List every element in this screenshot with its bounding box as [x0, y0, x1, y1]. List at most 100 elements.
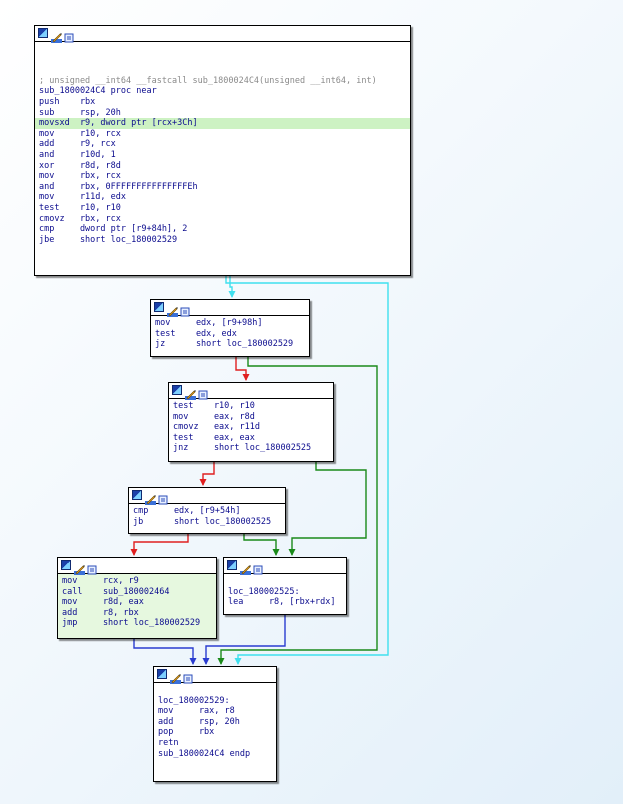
edge-arrowhead: [234, 658, 242, 665]
pencil-icon[interactable]: [167, 302, 178, 317]
pencil-icon[interactable]: [145, 490, 156, 505]
asm-line[interactable]: cmovz rbx, rcx: [39, 214, 406, 225]
pencil-icon[interactable]: [185, 385, 196, 400]
edge-arrowhead: [202, 658, 210, 665]
block-body: ; unsigned __int64 __fastcall sub_180002…: [35, 42, 410, 247]
pencil-icon[interactable]: [170, 669, 181, 684]
asm-line[interactable]: jb short loc_180002525: [133, 517, 281, 528]
xref-icon[interactable]: [180, 302, 190, 317]
asm-line[interactable]: mov rbx, rcx: [39, 171, 406, 182]
asm-line[interactable]: push rbx: [39, 97, 406, 108]
asm-line[interactable]: test r10, r10: [39, 203, 406, 214]
xref-icon[interactable]: [253, 560, 263, 575]
asm-line[interactable]: and rbx, 0FFFFFFFFFFFFFFFEh: [39, 182, 406, 193]
asm-line[interactable]: jmp short loc_180002529: [62, 618, 212, 629]
asm-line[interactable]: sub_1800024C4 proc near: [39, 86, 406, 97]
code-block-loc-180002525[interactable]: loc_180002525: lea r8, [rbx+rdx]: [223, 557, 347, 615]
block-body: loc_180002529: mov rax, r8 add rsp, 20h pop…: [154, 683, 276, 761]
graph-icon[interactable]: [154, 302, 164, 312]
code-block-call[interactable]: mov rcx, r9 call sub_180002464 mov r8d, ea…: [57, 557, 217, 639]
asm-line[interactable]: add r8, rbx: [62, 608, 212, 619]
edge-b4-to-b6[interactable]: [133, 639, 194, 664]
edge-arrowhead: [189, 658, 197, 665]
block-header: [224, 558, 346, 575]
edge-arrowhead: [217, 658, 225, 665]
asm-line[interactable]: add rsp, 20h: [158, 717, 272, 728]
pencil-icon[interactable]: [240, 560, 251, 575]
asm-line[interactable]: and r10d, 1: [39, 150, 406, 161]
asm-line[interactable]: test eax, eax: [173, 433, 329, 444]
asm-line[interactable]: [39, 44, 406, 55]
block-header: [129, 488, 285, 505]
edge-b2-to-b5[interactable]: [291, 462, 367, 555]
asm-line[interactable]: cmp dword ptr [r9+84h], 2: [39, 224, 406, 235]
edge-arrowhead: [242, 374, 250, 381]
xref-icon[interactable]: [158, 490, 168, 505]
code-block-loc-180002529[interactable]: loc_180002529: mov rax, r8 add rsp, 20h pop…: [153, 666, 277, 782]
graph-icon[interactable]: [38, 28, 48, 38]
asm-line[interactable]: call sub_180002464: [62, 587, 212, 598]
edge-b3-to-b4[interactable]: [133, 534, 189, 555]
asm-line[interactable]: retn: [158, 738, 272, 749]
asm-line[interactable]: loc_180002525:: [228, 587, 342, 598]
code-block-entry[interactable]: ; unsigned __int64 __fastcall sub_180002…: [34, 25, 411, 276]
asm-line[interactable]: jz short loc_180002529: [155, 339, 305, 350]
edge-arrowhead: [288, 549, 296, 556]
asm-line[interactable]: [228, 576, 342, 587]
asm-line[interactable]: mov r8d, eax: [62, 597, 212, 608]
asm-line[interactable]: [39, 65, 406, 76]
asm-line[interactable]: mov edx, [r9+98h]: [155, 318, 305, 329]
asm-line[interactable]: movsxd r9, dword ptr [rcx+3Ch]: [35, 118, 410, 129]
edge-arrowhead: [199, 479, 207, 486]
block-body: mov rcx, r9 call sub_180002464 mov r8d, ea…: [58, 574, 216, 631]
xref-icon[interactable]: [183, 669, 193, 684]
block-header: [58, 558, 216, 575]
pencil-icon[interactable]: [51, 28, 62, 43]
asm-line[interactable]: sub rsp, 20h: [39, 108, 406, 119]
asm-line[interactable]: loc_180002529:: [158, 696, 272, 707]
block-header: [169, 383, 333, 400]
block-header: [35, 26, 410, 43]
asm-line[interactable]: sub_1800024C4 endp: [158, 749, 272, 760]
code-block-check-98h[interactable]: mov edx, [r9+98h] test edx, edx jz short l…: [150, 299, 310, 357]
asm-line[interactable]: [158, 685, 272, 696]
asm-line[interactable]: mov eax, r8d: [173, 412, 329, 423]
asm-line[interactable]: cmovz eax, r11d: [173, 422, 329, 433]
pencil-icon[interactable]: [74, 560, 85, 575]
block-body: cmp edx, [r9+54h] jb short loc_180002525: [129, 504, 285, 529]
graph-icon[interactable]: [157, 669, 167, 679]
asm-line[interactable]: [39, 55, 406, 66]
block-body: loc_180002525: lea r8, [rbx+rdx]: [224, 574, 346, 610]
xref-icon[interactable]: [198, 385, 208, 400]
edge-arrowhead: [272, 549, 280, 556]
code-block-cmovz[interactable]: test r10, r10 mov eax, r8d cmovz eax, r11d…: [168, 382, 334, 462]
asm-line[interactable]: test r10, r10: [173, 401, 329, 412]
asm-line[interactable]: mov rcx, r9: [62, 576, 212, 587]
function-signature-comment[interactable]: ; unsigned __int64 __fastcall sub_180002…: [39, 76, 406, 87]
graph-icon[interactable]: [61, 560, 71, 570]
asm-line[interactable]: mov r11d, edx: [39, 192, 406, 203]
code-block-cmp-54h[interactable]: cmp edx, [r9+54h] jb short loc_180002525: [128, 487, 286, 534]
block-body: test r10, r10 mov eax, r8d cmovz eax, r11d…: [169, 399, 333, 456]
asm-line[interactable]: mov rax, r8: [158, 706, 272, 717]
graph-icon[interactable]: [227, 560, 237, 570]
block-header: [154, 667, 276, 684]
asm-line[interactable]: test edx, edx: [155, 329, 305, 340]
block-body: mov edx, [r9+98h] test edx, edx jz short l…: [151, 316, 309, 352]
asm-line[interactable]: pop rbx: [158, 727, 272, 738]
asm-line[interactable]: cmp edx, [r9+54h]: [133, 506, 281, 517]
block-header: [151, 300, 309, 317]
graph-icon[interactable]: [172, 385, 182, 395]
asm-line[interactable]: mov r10, rcx: [39, 129, 406, 140]
graph-icon[interactable]: [132, 490, 142, 500]
asm-line[interactable]: xor r8d, r8d: [39, 161, 406, 172]
xref-icon[interactable]: [87, 560, 97, 575]
xref-icon[interactable]: [64, 28, 74, 43]
edge-b5-to-b6[interactable]: [205, 615, 286, 664]
asm-line[interactable]: lea r8, [rbx+rdx]: [228, 597, 342, 608]
edge-arrowhead: [228, 291, 236, 298]
asm-line[interactable]: add r9, rcx: [39, 139, 406, 150]
edge-b3-to-b5[interactable]: [243, 534, 277, 555]
asm-line[interactable]: jbe short loc_180002529: [39, 235, 406, 246]
asm-line[interactable]: jnz short loc_180002525: [173, 443, 329, 454]
